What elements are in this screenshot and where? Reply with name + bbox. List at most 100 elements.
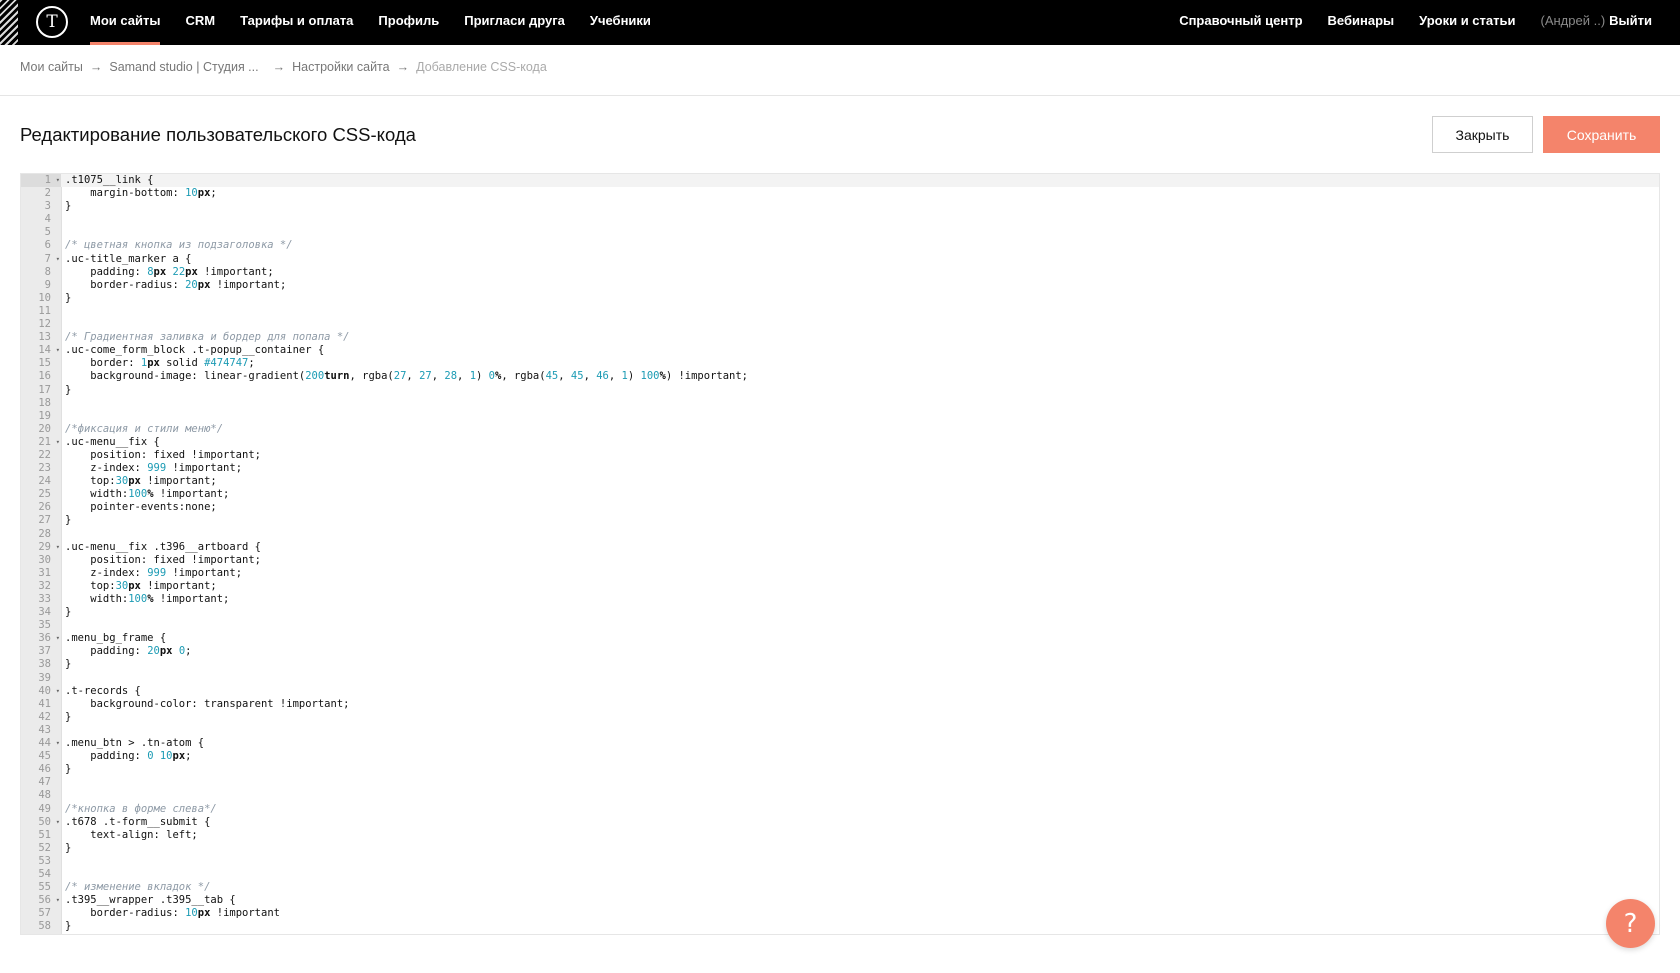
code-line[interactable]: 40 ▾ .t-records { bbox=[21, 685, 1659, 698]
code-line[interactable]: 7 ▾ .uc-title_marker a { bbox=[21, 253, 1659, 266]
code-line[interactable]: 31 z-index: 999 !important; bbox=[21, 567, 1659, 580]
code-line[interactable]: 11 bbox=[21, 305, 1659, 318]
code-line[interactable]: 16 background-image: linear-gradient(200… bbox=[21, 370, 1659, 383]
code-line[interactable]: 50 ▾ .t678 .t-form__submit { bbox=[21, 816, 1659, 829]
code-line[interactable]: 37 padding: 20px 0; bbox=[21, 645, 1659, 658]
logout-link[interactable]: (Андрей ..) Выйти bbox=[1541, 0, 1653, 45]
code-line[interactable]: 36 ▾ .menu_bg_frame { bbox=[21, 632, 1659, 645]
code-line[interactable]: 42} bbox=[21, 711, 1659, 724]
fold-arrow-icon[interactable]: ▾ bbox=[56, 894, 60, 907]
code-line[interactable]: 19 bbox=[21, 410, 1659, 423]
code-line[interactable]: 30 position: fixed !important; bbox=[21, 554, 1659, 567]
code-line[interactable]: 22 position: fixed !important; bbox=[21, 449, 1659, 462]
breadcrumb-my-sites[interactable]: Мои сайты bbox=[20, 60, 83, 74]
code-line[interactable]: 5 bbox=[21, 226, 1659, 239]
code-lines[interactable]: 1 ▾ .t1075__link {2 margin-bottom: 10px; 3}… bbox=[21, 174, 1659, 933]
code-line[interactable]: 29 ▾ .uc-menu__fix .t396__artboard { bbox=[21, 541, 1659, 554]
fold-arrow-icon[interactable]: ▾ bbox=[56, 541, 60, 554]
css-code-editor[interactable]: 1 ▾ .t1075__link {2 margin-bottom: 10px; 3}… bbox=[20, 173, 1660, 935]
code-text: } bbox=[65, 658, 72, 671]
code-line[interactable]: 28 bbox=[21, 528, 1659, 541]
code-line[interactable]: 45 padding: 0 10px; bbox=[21, 750, 1659, 763]
nav-help-center[interactable]: Справочный центр bbox=[1179, 0, 1302, 45]
nav-webinars[interactable]: Вебинары bbox=[1328, 0, 1395, 45]
code-line[interactable]: 8 padding: 8px 22px !important; bbox=[21, 266, 1659, 279]
code-line[interactable]: 1 ▾ .t1075__link { bbox=[21, 174, 1659, 188]
line-number: 10 bbox=[38, 291, 51, 304]
code-line[interactable]: 52} bbox=[21, 842, 1659, 855]
code-line[interactable]: 2 margin-bottom: 10px; bbox=[21, 187, 1659, 200]
code-text: width:100% !important; bbox=[65, 593, 230, 605]
code-line[interactable]: 4 bbox=[21, 213, 1659, 226]
code-line[interactable]: 54 bbox=[21, 868, 1659, 881]
code-line[interactable]: 12 bbox=[21, 318, 1659, 331]
code-line[interactable]: 10} bbox=[21, 292, 1659, 305]
fold-arrow-icon[interactable]: ▾ bbox=[56, 344, 60, 357]
code-line[interactable]: 26 pointer-events:none; bbox=[21, 501, 1659, 514]
code-line[interactable]: 27} bbox=[21, 514, 1659, 527]
code-line[interactable]: 58} bbox=[21, 920, 1659, 933]
fold-arrow-icon[interactable]: ▾ bbox=[56, 737, 60, 750]
close-button[interactable]: Закрыть bbox=[1432, 116, 1533, 153]
fold-arrow-icon[interactable]: ▾ bbox=[56, 253, 60, 266]
code-line[interactable]: 13 /* Градиентная заливка и бордер для по… bbox=[21, 331, 1659, 344]
code-text: top:30px !important; bbox=[65, 475, 217, 488]
code-line[interactable]: 25 width:100% !important; bbox=[21, 488, 1659, 501]
code-line[interactable]: 3} bbox=[21, 200, 1659, 213]
nav-tutorials[interactable]: Учебники bbox=[590, 0, 651, 45]
nav-lessons[interactable]: Уроки и статьи bbox=[1419, 0, 1515, 45]
nav-invite-friend[interactable]: Пригласи друга bbox=[464, 0, 565, 45]
tilda-logo-icon[interactable]: T bbox=[36, 6, 68, 38]
code-line[interactable]: 17} bbox=[21, 384, 1659, 397]
code-line[interactable]: 23 z-index: 999 !important; bbox=[21, 462, 1659, 475]
code-text: .uc-title_marker a { bbox=[65, 252, 192, 265]
code-line[interactable]: 9 border-radius: 20px !important; bbox=[21, 279, 1659, 292]
code-line[interactable]: 35 bbox=[21, 619, 1659, 632]
code-line[interactable]: 43 bbox=[21, 724, 1659, 737]
code-line[interactable]: 41 background-color: transparent !import… bbox=[21, 698, 1659, 711]
code-line[interactable]: 56 ▾ .t395__wrapper .t395__tab { bbox=[21, 894, 1659, 907]
code-line[interactable]: 49 /*кнопка в форме слева*/ bbox=[21, 803, 1659, 816]
nav-tariffs[interactable]: Тарифы и оплата bbox=[240, 0, 353, 45]
code-line[interactable]: 51 text-align: left; bbox=[21, 829, 1659, 842]
code-line[interactable]: 14 ▾ .uc-come_form_block .t-popup__contain… bbox=[21, 344, 1659, 357]
breadcrumb-site[interactable]: Samand studio | Студия ... bbox=[109, 60, 258, 74]
help-button[interactable]: ? bbox=[1606, 899, 1655, 948]
code-line[interactable]: 48 bbox=[21, 789, 1659, 802]
code-text: /* Градиентная заливка и бордер для попа… bbox=[65, 331, 350, 344]
code-line[interactable]: 57 border-radius: 10px !important bbox=[21, 907, 1659, 920]
code-line[interactable]: 21 ▾ .uc-menu__fix { bbox=[21, 436, 1659, 449]
fold-arrow-icon[interactable]: ▾ bbox=[56, 436, 60, 449]
line-number: 49 bbox=[38, 802, 51, 815]
code-line[interactable]: 33 width:100% !important; bbox=[21, 593, 1659, 606]
nav-crm[interactable]: CRM bbox=[185, 0, 215, 45]
secondary-nav: Справочный центр Вебинары Уроки и статьи… bbox=[1154, 0, 1652, 45]
code-line[interactable]: 38} bbox=[21, 658, 1659, 671]
save-button[interactable]: Сохранить bbox=[1543, 116, 1660, 153]
nav-my-sites[interactable]: Мои сайты bbox=[90, 0, 161, 45]
fold-arrow-icon[interactable]: ▾ bbox=[56, 174, 60, 187]
code-line[interactable]: 18 bbox=[21, 397, 1659, 410]
code-line[interactable]: 55 /* изменение вкладок */ bbox=[21, 881, 1659, 894]
code-line[interactable]: 34} bbox=[21, 606, 1659, 619]
code-line[interactable]: 53 bbox=[21, 855, 1659, 868]
nav-profile[interactable]: Профиль bbox=[378, 0, 439, 45]
line-number: 42 bbox=[38, 710, 51, 723]
fold-arrow-icon[interactable]: ▾ bbox=[56, 632, 60, 645]
fold-arrow-icon[interactable]: ▾ bbox=[56, 685, 60, 698]
breadcrumb-site-settings[interactable]: Настройки сайта bbox=[292, 60, 390, 74]
code-line[interactable]: 46} bbox=[21, 763, 1659, 776]
line-number: 34 bbox=[38, 606, 51, 619]
code-line[interactable]: 15 border: 1px solid #474747; bbox=[21, 357, 1659, 370]
code-line[interactable]: 44 ▾ .menu_btn > .tn-atom { bbox=[21, 737, 1659, 750]
line-number: 41 bbox=[38, 697, 51, 710]
line-number: 43 bbox=[38, 723, 51, 736]
code-line[interactable]: 39 bbox=[21, 672, 1659, 685]
code-line[interactable]: 20 /*фиксация и стили меню*/ bbox=[21, 423, 1659, 436]
code-line[interactable]: 6 /* цветная кнопка из подзаголовка */ bbox=[21, 239, 1659, 252]
code-line[interactable]: 24 top:30px !important; bbox=[21, 475, 1659, 488]
fold-arrow-icon[interactable]: ▾ bbox=[56, 816, 60, 829]
code-line[interactable]: 47 bbox=[21, 776, 1659, 789]
code-line[interactable]: 32 top:30px !important; bbox=[21, 580, 1659, 593]
line-number: 1 ▾ bbox=[21, 174, 61, 188]
